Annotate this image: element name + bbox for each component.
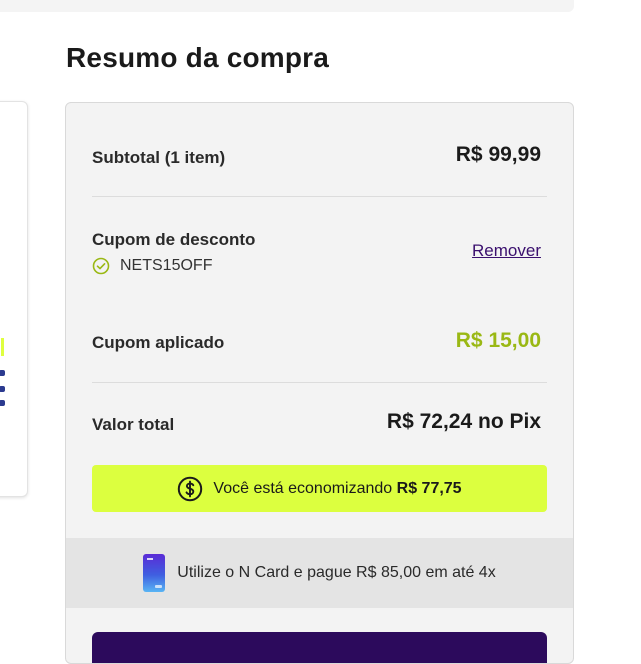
savings-banner: Você está economizando R$ 77,75 — [92, 465, 547, 512]
check-circle-icon — [92, 257, 110, 275]
coupon-code: NETS15OFF — [120, 257, 213, 274]
card-accent — [1, 338, 4, 356]
savings-amount: R$ 77,75 — [396, 479, 462, 497]
total-label: Valor total — [92, 415, 175, 434]
divider — [92, 196, 547, 197]
checkout-button[interactable] — [92, 632, 547, 663]
order-summary-card: Subtotal (1 item) R$ 99,99 Cupom de desc… — [65, 102, 574, 664]
subtotal-label: Subtotal (1 item) — [92, 148, 226, 167]
card-promo-text: Utilize o N Card e pague R$ 85,00 em até… — [177, 564, 496, 581]
applied-coupon-label: Cupom aplicado — [92, 333, 225, 352]
dollar-circle-icon — [178, 476, 203, 501]
savings-label: Você está economizando — [213, 479, 397, 497]
divider — [92, 382, 547, 383]
card-mark — [0, 400, 5, 406]
applied-coupon: NETS15OFF — [92, 257, 212, 275]
coupon-label: Cupom de desconto — [92, 230, 256, 249]
savings-text: Você está economizando R$ 77,75 — [213, 480, 461, 498]
page-title: Resumo da compra — [66, 42, 330, 73]
n-card-icon — [143, 554, 166, 592]
top-strip — [0, 0, 574, 12]
card-mark — [0, 370, 5, 376]
subtotal-value: R$ 99,99 — [455, 143, 541, 166]
total-value: R$ 72,24 no Pix — [386, 410, 541, 433]
n-card-promo: Utilize o N Card e pague R$ 85,00 em até… — [66, 538, 573, 608]
applied-coupon-value: R$ 15,00 — [455, 329, 541, 352]
remove-coupon-link[interactable]: Remover — [472, 241, 541, 261]
cart-item-card — [0, 101, 28, 497]
card-mark — [0, 386, 5, 392]
